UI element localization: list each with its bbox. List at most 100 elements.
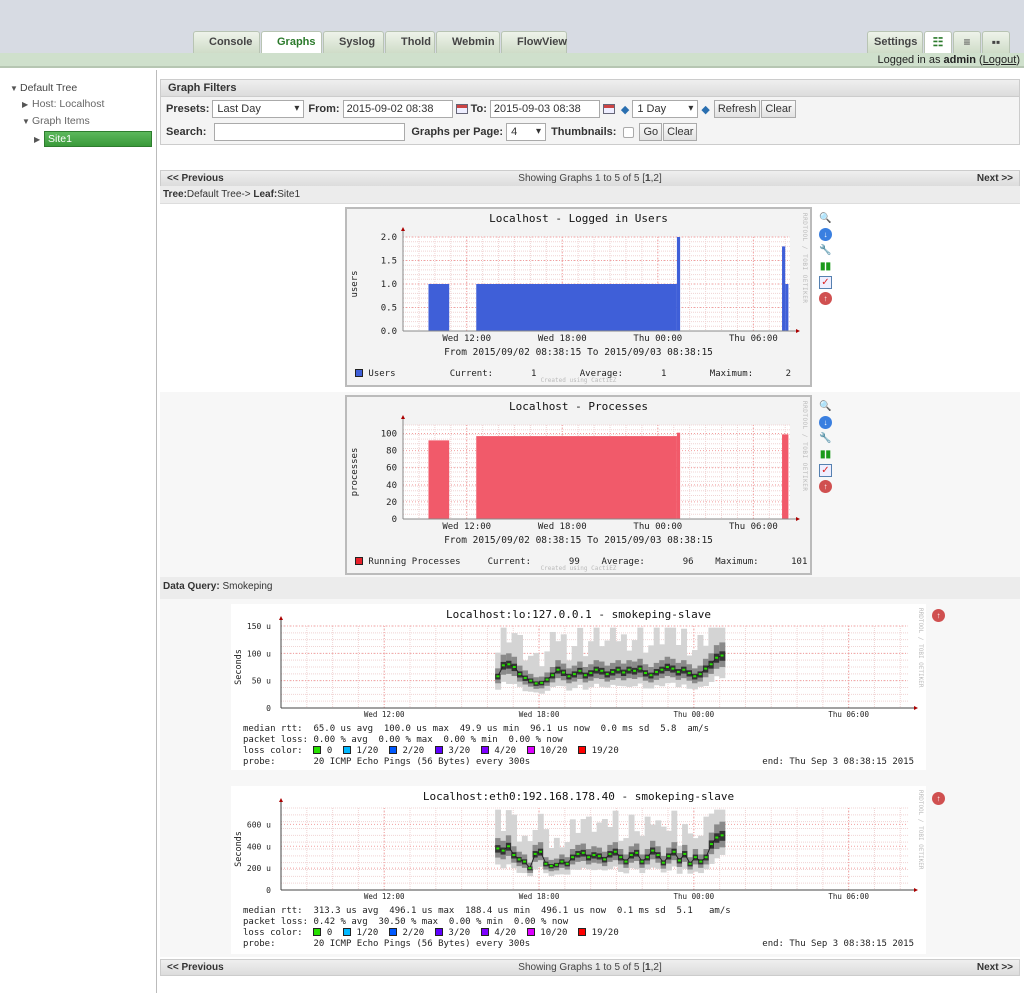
properties-icon[interactable]: 🔧 [819, 244, 832, 257]
realtime-icon[interactable]: ▮▮ [819, 260, 832, 273]
preview-view-icon[interactable]: ▪▪ [982, 31, 1010, 53]
loss-color-swatch [389, 928, 398, 936]
median-point [605, 673, 609, 676]
download-icon[interactable]: ↓ [819, 228, 832, 241]
up-icon[interactable]: ↑ [819, 480, 832, 493]
timespan-select[interactable]: 1 Day [632, 100, 699, 118]
tree-item-graph-items[interactable]: ▼ Graph Items [22, 115, 90, 127]
median-point [581, 851, 585, 854]
search-input[interactable] [214, 123, 406, 141]
collapse-arrow-icon[interactable]: ▶ [34, 135, 44, 144]
clear-search-button[interactable]: Clear [663, 123, 698, 141]
tree-item-selected[interactable]: Site1 [44, 131, 152, 147]
pager-status: Showing Graphs 1 to 5 of 5 [1,2] [518, 962, 662, 973]
top-header: Console Graphs Syslog Thold Webmin FlowV… [0, 0, 1024, 54]
tab-flowview[interactable]: FlowView [501, 31, 567, 53]
tab-settings[interactable]: Settings [867, 31, 923, 53]
expand-arrow-icon[interactable]: ▼ [22, 117, 32, 126]
median-point [672, 850, 676, 853]
y-axis-arrow [401, 227, 405, 231]
tree-view-icon[interactable]: ☷ [924, 31, 952, 54]
median-point [533, 852, 537, 855]
page-1-link[interactable]: 1 [645, 962, 651, 973]
tree-root[interactable]: ▼ Default Tree [10, 82, 77, 94]
median-point [704, 856, 708, 859]
download-icon[interactable]: ↓ [819, 416, 832, 429]
graph-logged-in-users[interactable]: Localhost - Logged in Users 0.0 0.5 1.0 1.5… [345, 207, 812, 387]
realtime-icon[interactable]: ▮▮ [819, 448, 832, 461]
to-input[interactable]: 2015-09-03 08:38 [489, 100, 600, 118]
x-tick-label: Thu 00:00 [633, 334, 682, 344]
thumbnails-checkbox[interactable] [623, 126, 635, 138]
tree-item-site1[interactable]: ▶ Site1 [34, 131, 152, 147]
zoom-icon[interactable]: 🔍 [819, 400, 832, 413]
calendar-icon[interactable] [455, 104, 468, 114]
median-point [608, 852, 612, 855]
tab-graphs[interactable]: Graphs [261, 31, 322, 54]
graph-smokeping-eth0[interactable]: Localhost:eth0:192.168.178.40 - smokepin… [231, 786, 926, 954]
expand-arrow-icon[interactable]: ▼ [10, 84, 20, 93]
list-view-icon[interactable]: ≡ [953, 31, 981, 53]
median-point [501, 664, 505, 667]
median-point [629, 854, 633, 857]
graph-actions: 🔍 ↓ 🔧 ▮▮ ✓ ↑ [819, 212, 832, 308]
refresh-button[interactable]: Refresh [713, 100, 761, 118]
up-icon[interactable]: ↑ [932, 792, 945, 805]
tree-sidebar: ▼ Default Tree ▶ Host: Localhost ▼ Graph It… [0, 70, 157, 993]
graph-filters: Graph Filters Presets: Last Day From: 20… [160, 79, 1020, 145]
right-tabs: Settings ☷ ≡ ▪▪ [867, 31, 1011, 54]
thold-icon[interactable]: ✓ [819, 276, 832, 289]
median-point [592, 854, 596, 857]
zoom-icon[interactable]: 🔍 [819, 212, 832, 225]
tab-syslog[interactable]: Syslog [323, 31, 384, 53]
from-input[interactable]: 2015-09-02 08:38 [342, 100, 453, 118]
median-point [693, 856, 697, 859]
median-point [654, 670, 658, 673]
graph-smokeping-lo[interactable]: Localhost:lo:127.0.0.1 - smokeping-slave… [231, 604, 926, 770]
properties-icon[interactable]: 🔧 [819, 432, 832, 445]
username: admin [943, 54, 976, 66]
y-tick-label: 100 u [247, 649, 271, 658]
shift-right-icon[interactable]: ◆ [701, 103, 709, 116]
graph-time-range: From 2015/09/02 08:38:15 To 2015/09/03 0… [444, 347, 713, 358]
logout-link[interactable]: Logout [983, 54, 1017, 66]
area-bar [676, 237, 681, 331]
up-icon[interactable]: ↑ [932, 609, 945, 622]
calendar-icon[interactable] [602, 104, 615, 114]
area-bar [428, 440, 450, 519]
next-link[interactable]: Next >> [977, 171, 1013, 186]
area-bar [785, 284, 789, 331]
thumbnails-label: Thumbnails: [551, 126, 617, 138]
tree-item-label: Graph Items [32, 115, 90, 127]
page-1-link[interactable]: 1 [645, 173, 651, 184]
collapse-arrow-icon[interactable]: ▶ [22, 100, 32, 109]
tree-item-label: Host: Localhost [32, 98, 105, 110]
shift-left-icon[interactable]: ◆ [621, 103, 629, 116]
median-point [720, 654, 724, 657]
loss-color-swatch [526, 928, 535, 936]
median-point [529, 679, 533, 682]
median-point [512, 854, 516, 857]
tab-webmin[interactable]: Webmin [436, 31, 500, 53]
median-point [667, 855, 671, 858]
to-label: To: [470, 103, 487, 115]
median-point [699, 860, 703, 863]
thold-icon[interactable]: ✓ [819, 464, 832, 477]
graph-processes[interactable]: Localhost - Processes 0 20 40 60 80 100 Wed 12… [345, 395, 812, 575]
per-page-select[interactable]: 4 [506, 123, 547, 141]
median-point [534, 682, 538, 685]
y-tick-label: 50 u [252, 677, 271, 686]
presets-select[interactable]: Last Day [212, 100, 305, 118]
median-point [507, 663, 511, 666]
tab-console[interactable]: Console [193, 31, 260, 53]
tree-item-host-localhost[interactable]: ▶ Host: Localhost [22, 98, 104, 110]
rrdtool-credit: RRDTOOL / TOBI OETIKER [917, 608, 924, 688]
median-point [640, 860, 644, 863]
median-point [587, 856, 591, 859]
clear-button[interactable]: Clear [761, 100, 796, 118]
next-link[interactable]: Next >> [977, 960, 1013, 975]
tab-thold[interactable]: Thold [385, 31, 435, 53]
go-button[interactable]: Go [639, 123, 663, 141]
up-icon[interactable]: ↑ [819, 292, 832, 305]
area-bar [428, 284, 450, 331]
